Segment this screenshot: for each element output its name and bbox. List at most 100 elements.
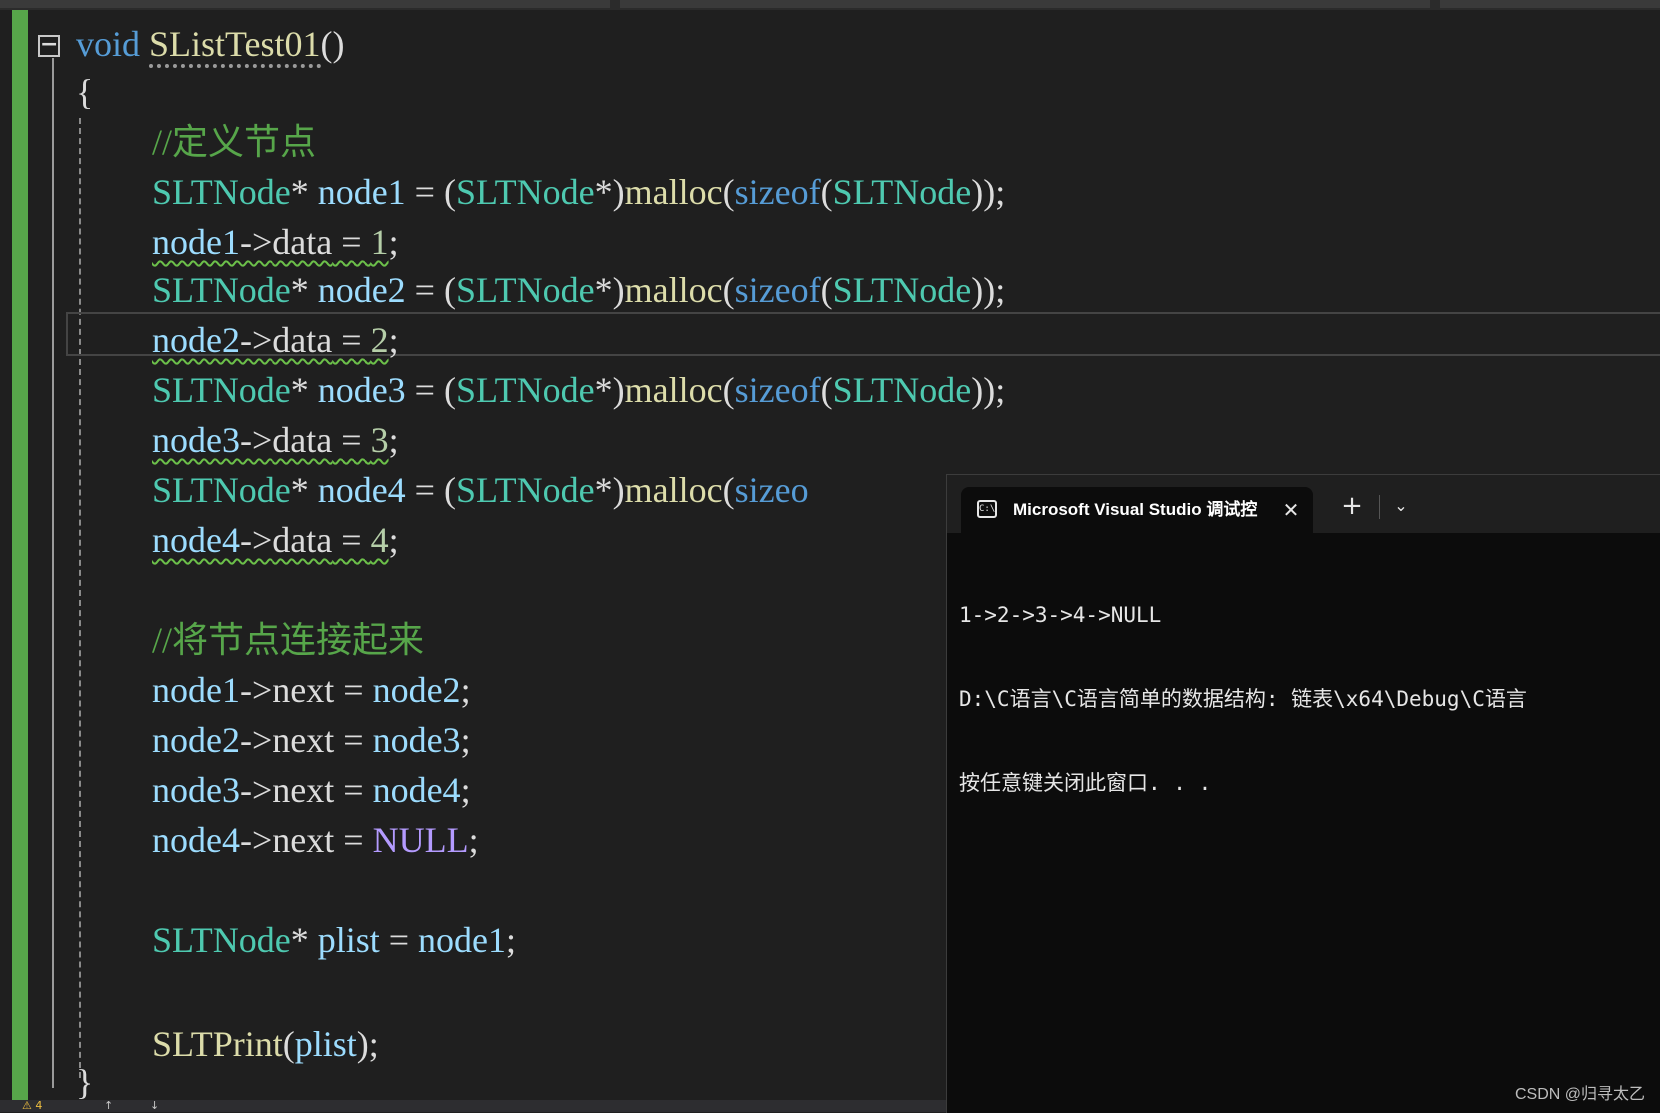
punct: *	[290, 270, 318, 310]
macro: NULL	[372, 820, 469, 860]
code-line-10[interactable]: SLTNode* node4 = (SLTNode*)malloc(sizeo	[152, 466, 809, 514]
chevron-down-icon[interactable]: ⌄	[1387, 491, 1415, 521]
field: next	[272, 670, 335, 710]
number: 4	[370, 520, 389, 560]
collapse-icon[interactable]: −	[38, 34, 60, 57]
identifier: node4	[152, 820, 240, 860]
code-line-14[interactable]: node2->next = node3;	[152, 716, 471, 764]
warning-count[interactable]: ⚠ 4	[22, 1100, 42, 1112]
code-line-9[interactable]: node3->data = 3;	[152, 416, 399, 464]
punct: *)	[594, 470, 625, 510]
number: 1	[370, 222, 389, 262]
punct: ->	[239, 320, 273, 360]
code-line-13[interactable]: node1->next = node2;	[152, 666, 471, 714]
type: SLTNode	[152, 370, 291, 410]
punct: ->	[239, 820, 273, 860]
type: SLTNode	[152, 470, 291, 510]
field: next	[272, 820, 335, 860]
type: SLTNode	[832, 270, 972, 310]
tab-fragment-1[interactable]	[0, 0, 610, 8]
code-line-5[interactable]: node1->data = 1;	[152, 218, 399, 266]
status-bar: ⚠ 4 ↑ ↓	[0, 1100, 946, 1112]
punct: *	[290, 172, 318, 212]
punct: =	[332, 520, 371, 560]
function-name: malloc	[624, 172, 723, 212]
comment: //定义节点	[152, 122, 317, 162]
field: data	[272, 222, 333, 262]
punct: *	[290, 470, 318, 510]
field: next	[272, 720, 335, 760]
open-brace: {	[76, 72, 94, 112]
punct: =	[334, 720, 373, 760]
punct: (	[820, 370, 833, 410]
punct: ;	[468, 820, 479, 860]
nav-down-icon[interactable]: ↓	[150, 1100, 159, 1112]
terminal-output[interactable]: 1->2->3->4->NULL D:\C语言\C语言简单的数据结构: 链表\x…	[959, 545, 1659, 853]
scope-guide	[79, 118, 81, 1078]
type: SLTNode	[152, 920, 291, 960]
code-line-19[interactable]: }	[76, 1064, 93, 1100]
punct: *)	[594, 370, 625, 410]
identifier: node3	[152, 770, 240, 810]
code-line-7[interactable]: node2->data = 2;	[152, 316, 399, 364]
function-name: SLTPrint	[152, 1024, 283, 1064]
code-line-2[interactable]: {	[76, 68, 93, 116]
punct: ;	[388, 222, 399, 262]
output-line: 按任意键关闭此窗口. . .	[959, 771, 1212, 795]
punct: ->	[239, 520, 273, 560]
code-line-6[interactable]: SLTNode* node2 = (SLTNode*)malloc(sizeof…	[152, 266, 1005, 314]
keyword: sizeo	[734, 470, 809, 510]
terminal-tab-title: Microsoft Visual Studio 调试控	[1013, 500, 1258, 519]
type: SLTNode	[832, 370, 972, 410]
tab-fragment-3[interactable]	[1440, 0, 1660, 8]
nav-up-icon[interactable]: ↑	[104, 1100, 113, 1112]
punct: (	[722, 370, 735, 410]
identifier: node1	[152, 222, 240, 262]
punct: ->	[239, 670, 273, 710]
function-name: SListTest01	[149, 24, 321, 68]
keyword: sizeof	[734, 370, 821, 410]
type: SLTNode	[455, 370, 595, 410]
punct: *	[290, 370, 318, 410]
punct: ));	[971, 172, 1006, 212]
punct: =	[334, 770, 373, 810]
code-line-15[interactable]: node3->next = node4;	[152, 766, 471, 814]
identifier: node2	[372, 670, 461, 710]
code-line-3[interactable]: //定义节点	[152, 118, 316, 166]
code-line-1[interactable]: void SListTest01()	[76, 20, 345, 68]
punct: =	[334, 670, 373, 710]
code-line-12[interactable]: //将节点连接起来	[152, 616, 424, 664]
field: data	[272, 420, 333, 460]
code-line-11[interactable]: node4->data = 4;	[152, 516, 399, 564]
close-icon[interactable]: ✕	[1279, 498, 1303, 522]
tab-bar-strip	[0, 0, 1660, 10]
field: next	[272, 770, 335, 810]
identifier: node2	[152, 320, 240, 360]
output-line: D:\C语言\C语言简单的数据结构: 链表\x64\Debug\C语言	[959, 687, 1527, 711]
punct: (	[722, 470, 735, 510]
terminal-tab[interactable]: C:\ Microsoft Visual Studio 调试控 ✕	[961, 487, 1313, 533]
punct: = (	[405, 370, 456, 410]
punct: =	[334, 820, 373, 860]
punct: ()	[320, 24, 345, 64]
punct: (	[722, 172, 735, 212]
field: data	[272, 520, 333, 560]
code-line-8[interactable]: SLTNode* node3 = (SLTNode*)malloc(sizeof…	[152, 366, 1005, 414]
change-tracking-bar	[12, 10, 28, 1100]
identifier: plist	[317, 920, 380, 960]
identifier: node1	[418, 920, 506, 960]
punct: ->	[239, 720, 273, 760]
type: SLTNode	[152, 172, 291, 212]
punct: );	[356, 1024, 379, 1064]
code-line-17[interactable]: SLTNode* plist = node1;	[152, 916, 516, 964]
punct: ));	[971, 370, 1006, 410]
punct: ->	[239, 770, 273, 810]
number: 2	[370, 320, 389, 360]
keyword: sizeof	[734, 270, 821, 310]
code-line-18[interactable]: SLTPrint(plist);	[152, 1020, 379, 1068]
terminal-window[interactable]: C:\ Microsoft Visual Studio 调试控 ✕ + ⌄ 1-…	[946, 474, 1660, 1113]
tab-fragment-2[interactable]	[620, 0, 1430, 8]
code-line-16[interactable]: node4->next = NULL;	[152, 816, 479, 864]
new-tab-button[interactable]: +	[1337, 491, 1367, 521]
code-line-4[interactable]: SLTNode* node1 = (SLTNode*)malloc(sizeof…	[152, 168, 1005, 216]
